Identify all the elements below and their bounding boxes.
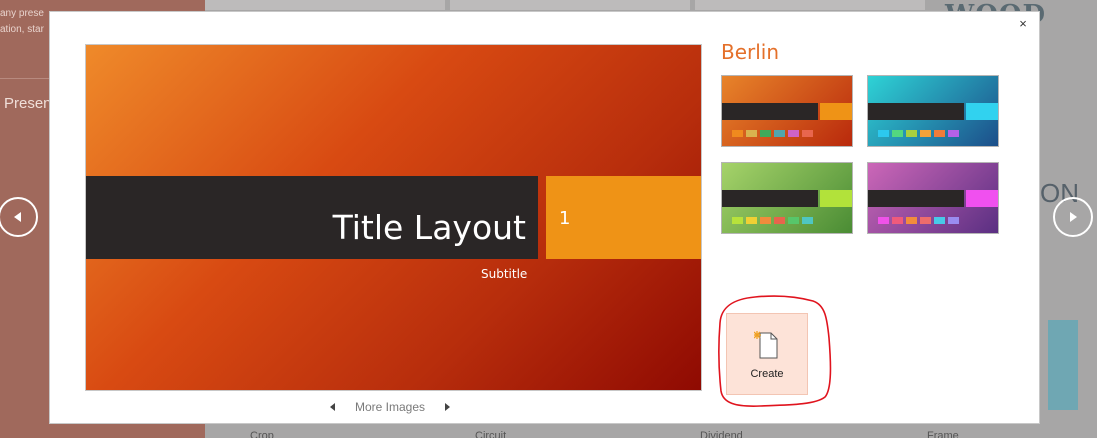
variant-title-bar <box>868 190 964 207</box>
color-swatch <box>802 130 813 137</box>
more-images-nav: More Images <box>330 398 451 416</box>
color-swatch <box>746 130 757 137</box>
color-swatch <box>788 217 799 224</box>
background-tile <box>205 0 445 10</box>
color-swatch <box>878 130 889 137</box>
color-swatch <box>948 217 959 224</box>
theme-variant-teal[interactable] <box>867 75 999 147</box>
more-images-label: More Images <box>355 400 426 414</box>
color-swatch <box>732 130 743 137</box>
slide-preview: Title Layout 1 Subtitle <box>85 44 702 391</box>
new-document-icon <box>753 330 780 360</box>
theme-variant-purple[interactable] <box>867 162 999 234</box>
background-label-frame: Frame <box>927 430 959 438</box>
variant-accent-box <box>966 103 998 120</box>
variant-title-bar <box>722 103 818 120</box>
background-label-dividend: Dividend <box>700 430 743 438</box>
next-image-icon[interactable] <box>445 403 451 411</box>
color-swatch <box>934 130 945 137</box>
color-swatch <box>774 130 785 137</box>
color-swatch <box>920 130 931 137</box>
color-swatch <box>746 217 757 224</box>
variant-color-swatches <box>732 130 813 137</box>
preview-number-box: 1 <box>546 176 701 259</box>
background-presentation-label: Presen <box>4 95 52 112</box>
create-label: Create <box>750 368 784 380</box>
color-swatch <box>802 217 813 224</box>
variant-accent-box <box>966 190 998 207</box>
background-tile <box>695 0 925 10</box>
color-swatch <box>906 130 917 137</box>
color-swatch <box>788 130 799 137</box>
theme-variant-orange[interactable] <box>721 75 853 147</box>
color-swatch <box>760 217 771 224</box>
theme-variant-green[interactable] <box>721 162 853 234</box>
variant-color-swatches <box>732 217 813 224</box>
arrow-right-icon <box>1070 212 1077 222</box>
next-template-button[interactable] <box>1053 197 1093 237</box>
color-swatch <box>920 217 931 224</box>
background-label-circuit: Circuit <box>475 430 507 438</box>
variant-accent-box <box>820 103 852 120</box>
variant-title-bar <box>722 190 818 207</box>
preview-subtitle: Subtitle <box>481 267 528 281</box>
color-swatch <box>732 217 743 224</box>
theme-name: Berlin <box>721 40 780 64</box>
background-label-crop: Crop <box>250 430 274 438</box>
color-swatch <box>906 217 917 224</box>
create-button[interactable]: Create <box>726 313 808 395</box>
color-swatch <box>948 130 959 137</box>
variant-accent-box <box>820 190 852 207</box>
variant-title-bar <box>868 103 964 120</box>
variant-color-swatches <box>878 217 959 224</box>
previous-image-icon[interactable] <box>330 403 335 411</box>
create-area: Create <box>715 293 833 410</box>
color-swatch <box>760 130 771 137</box>
color-swatch <box>774 217 785 224</box>
preview-title: Title Layout <box>332 208 526 247</box>
arrow-left-icon <box>14 212 21 222</box>
color-swatch <box>892 130 903 137</box>
color-swatch <box>878 217 889 224</box>
close-icon[interactable]: × <box>1015 15 1031 31</box>
background-teal-tile <box>1048 320 1078 410</box>
preview-slide-number: 1 <box>559 208 571 229</box>
color-swatch <box>892 217 903 224</box>
template-preview-dialog: × Title Layout 1 Subtitle More Images Be… <box>49 11 1040 424</box>
color-swatch <box>934 217 945 224</box>
preview-title-bar: Title Layout <box>86 176 538 259</box>
variant-color-swatches <box>878 130 959 137</box>
background-tile <box>450 0 690 10</box>
